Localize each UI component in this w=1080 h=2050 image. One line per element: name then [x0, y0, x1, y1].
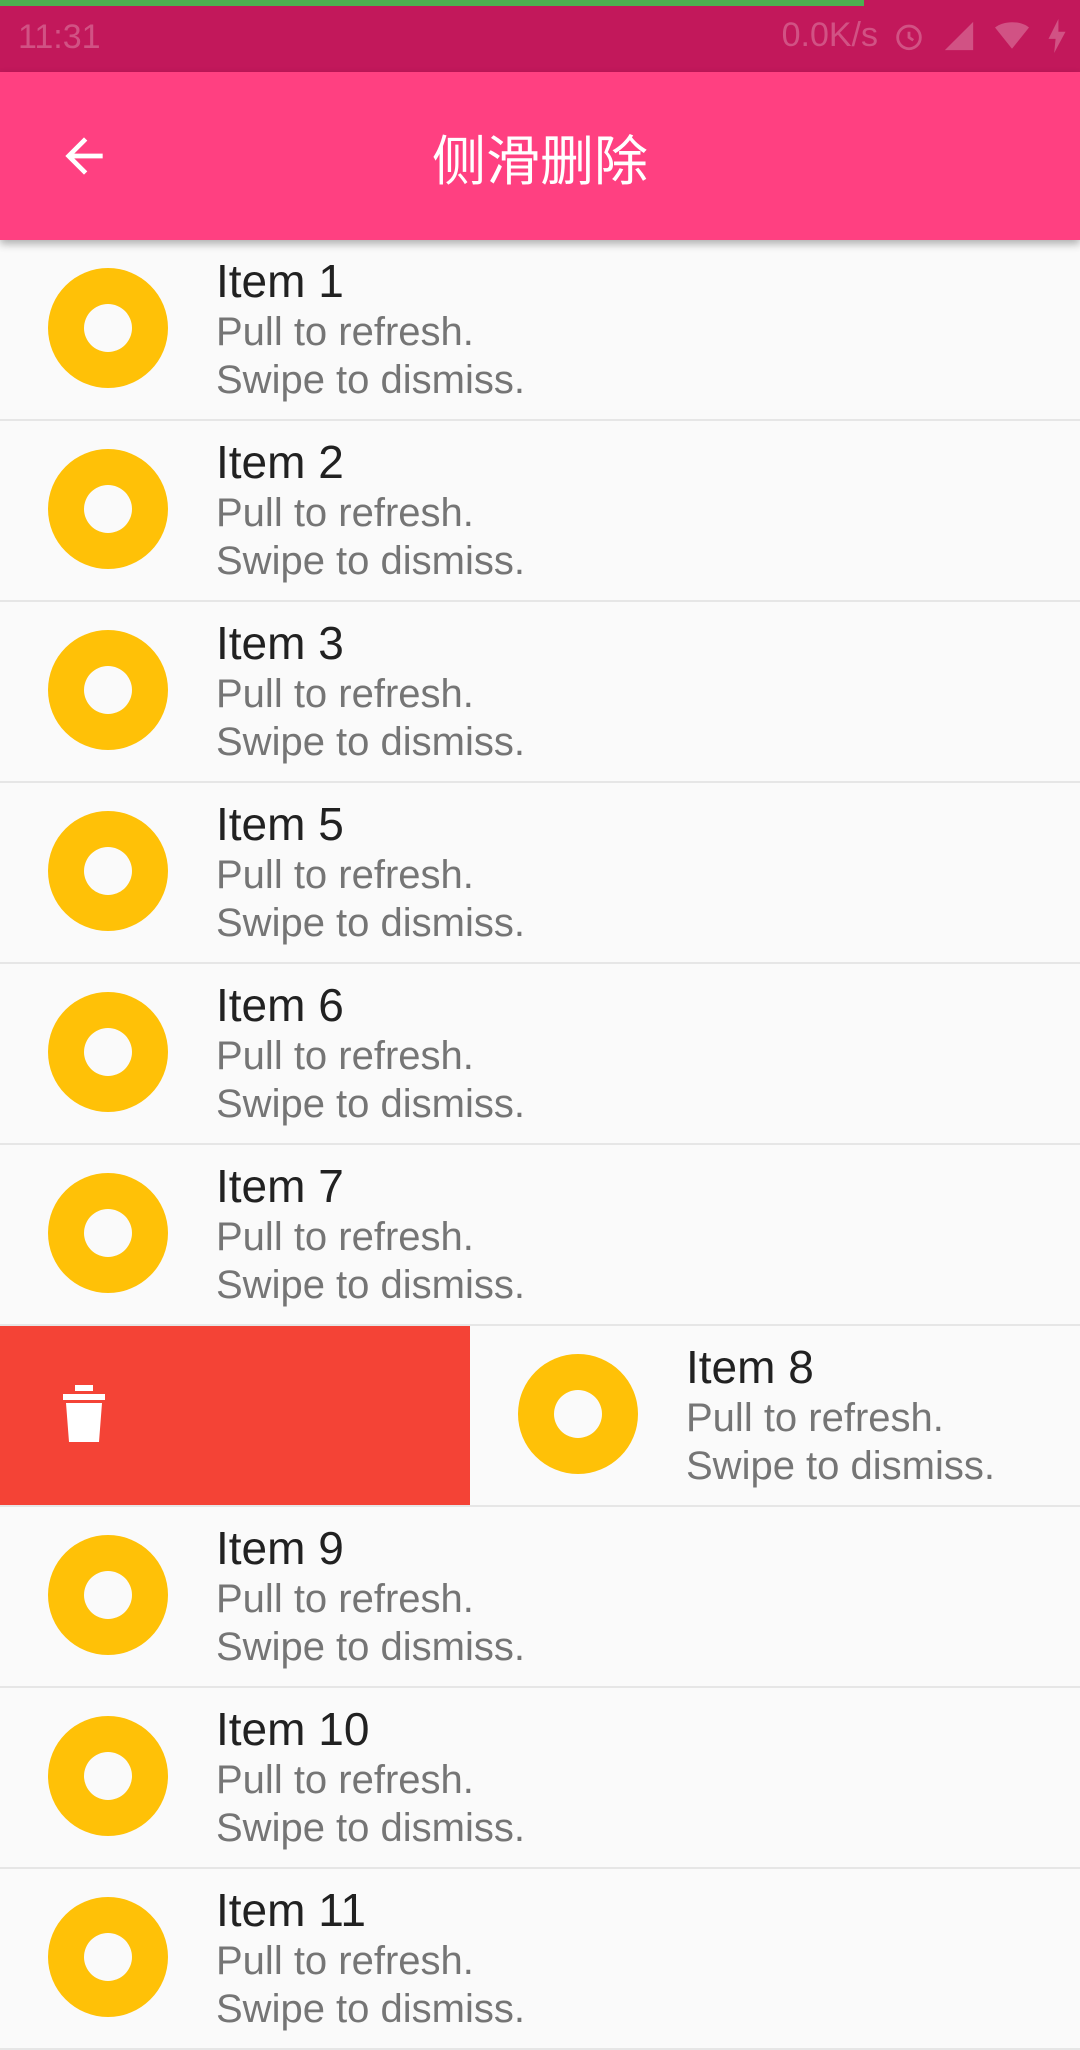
- avatar-circle-icon: [48, 1173, 168, 1293]
- item-subtitle-line2: Swipe to dismiss.: [686, 1444, 995, 1488]
- avatar-circle-icon: [48, 811, 168, 931]
- item-subtitle-line2: Swipe to dismiss.: [216, 358, 525, 402]
- list-item-content[interactable]: Item 9 Pull to refresh. Swipe to dismiss…: [0, 1507, 1080, 1686]
- list-item-content[interactable]: Item 2 Pull to refresh. Swipe to dismiss…: [0, 421, 1080, 600]
- alarm-icon: [892, 19, 926, 53]
- list-item[interactable]: Item 3 Pull to refresh. Swipe to dismiss…: [0, 602, 1080, 783]
- signal-icon: [940, 19, 978, 53]
- item-title: Item 6: [216, 979, 344, 1031]
- network-speed: 0.0K/s: [781, 16, 878, 54]
- item-subtitle-line1: Pull to refresh.: [686, 1396, 944, 1440]
- back-button[interactable]: [44, 116, 124, 196]
- avatar-circle-icon: [48, 1535, 168, 1655]
- item-subtitle-line2: Swipe to dismiss.: [216, 720, 525, 764]
- list-item-content[interactable]: Item 5 Pull to refresh. Swipe to dismiss…: [0, 783, 1080, 962]
- wifi-icon: [992, 19, 1032, 53]
- list-item[interactable]: Item 8 Pull to refresh. Swipe to dismiss…: [0, 1326, 1080, 1507]
- list-item-content[interactable]: Item 8 Pull to refresh. Swipe to dismiss…: [470, 1326, 1080, 1505]
- charging-icon: [1046, 18, 1068, 53]
- item-subtitle-line1: Pull to refresh.: [216, 1758, 474, 1802]
- avatar-circle-icon: [48, 630, 168, 750]
- item-title: Item 7: [216, 1160, 344, 1212]
- app-bar: 侧滑删除: [0, 72, 1080, 240]
- arrow-left-icon: [65, 137, 103, 175]
- item-title: Item 5: [216, 798, 344, 850]
- item-title: Item 11: [216, 1884, 366, 1936]
- list-item[interactable]: Item 7 Pull to refresh. Swipe to dismiss…: [0, 1145, 1080, 1326]
- item-subtitle-line1: Pull to refresh.: [216, 1577, 474, 1621]
- status-icons: 0.0K/s: [782, 16, 1068, 55]
- loading-progress-bar: [0, 0, 864, 6]
- item-subtitle-line1: Pull to refresh.: [216, 491, 474, 535]
- list-item-content[interactable]: Item 10 Pull to refresh. Swipe to dismis…: [0, 1688, 1080, 1867]
- item-subtitle-line2: Swipe to dismiss.: [216, 1806, 525, 1850]
- list-item[interactable]: Item 5 Pull to refresh. Swipe to dismiss…: [0, 783, 1080, 964]
- list-item-content[interactable]: Item 11 Pull to refresh. Swipe to dismis…: [0, 1869, 1080, 2048]
- item-subtitle-line1: Pull to refresh.: [216, 1034, 474, 1078]
- item-subtitle-line2: Swipe to dismiss.: [216, 1082, 525, 1126]
- item-subtitle-line1: Pull to refresh.: [216, 310, 474, 354]
- avatar-circle-icon: [48, 1716, 168, 1836]
- item-title: Item 3: [216, 617, 344, 669]
- list-item[interactable]: Item 2 Pull to refresh. Swipe to dismiss…: [0, 421, 1080, 602]
- item-subtitle-line2: Swipe to dismiss.: [216, 901, 525, 945]
- item-title: Item 10: [216, 1703, 370, 1755]
- item-subtitle-line1: Pull to refresh.: [216, 1939, 474, 1983]
- item-title: Item 1: [216, 255, 344, 307]
- status-bar: 11:31 0.0K/s: [0, 0, 1080, 72]
- dismissible-list[interactable]: Item 1 Pull to refresh. Swipe to dismiss…: [0, 240, 1080, 2050]
- list-item-content[interactable]: Item 7 Pull to refresh. Swipe to dismiss…: [0, 1145, 1080, 1324]
- item-title: Item 8: [686, 1341, 814, 1393]
- item-title: Item 9: [216, 1522, 344, 1574]
- list-item[interactable]: Item 10 Pull to refresh. Swipe to dismis…: [0, 1688, 1080, 1869]
- item-title: Item 2: [216, 436, 344, 488]
- status-time: 11:31: [18, 18, 101, 56]
- list-item-content[interactable]: Item 1 Pull to refresh. Swipe to dismiss…: [0, 240, 1080, 419]
- avatar-circle-icon: [48, 1897, 168, 2017]
- avatar-circle-icon: [518, 1354, 638, 1474]
- avatar-circle-icon: [48, 449, 168, 569]
- list-item[interactable]: Item 1 Pull to refresh. Swipe to dismiss…: [0, 240, 1080, 421]
- item-subtitle-line1: Pull to refresh.: [216, 672, 474, 716]
- item-subtitle-line2: Swipe to dismiss.: [216, 1625, 525, 1669]
- list-item-content[interactable]: Item 3 Pull to refresh. Swipe to dismiss…: [0, 602, 1080, 781]
- item-subtitle-line2: Swipe to dismiss.: [216, 1987, 525, 2031]
- trash-icon: [63, 1385, 105, 1442]
- list-item[interactable]: Item 11 Pull to refresh. Swipe to dismis…: [0, 1869, 1080, 2050]
- item-subtitle-line2: Swipe to dismiss.: [216, 539, 525, 583]
- avatar-circle-icon: [48, 268, 168, 388]
- list-item-content[interactable]: Item 6 Pull to refresh. Swipe to dismiss…: [0, 964, 1080, 1143]
- item-subtitle-line2: Swipe to dismiss.: [216, 1263, 525, 1307]
- list-item[interactable]: Item 6 Pull to refresh. Swipe to dismiss…: [0, 964, 1080, 1145]
- page-title: 侧滑删除: [432, 129, 648, 193]
- avatar-circle-icon: [48, 992, 168, 1112]
- item-subtitle-line1: Pull to refresh.: [216, 1215, 474, 1259]
- delete-background[interactable]: [0, 1326, 470, 1505]
- item-subtitle-line1: Pull to refresh.: [216, 853, 474, 897]
- list-item[interactable]: Item 9 Pull to refresh. Swipe to dismiss…: [0, 1507, 1080, 1688]
